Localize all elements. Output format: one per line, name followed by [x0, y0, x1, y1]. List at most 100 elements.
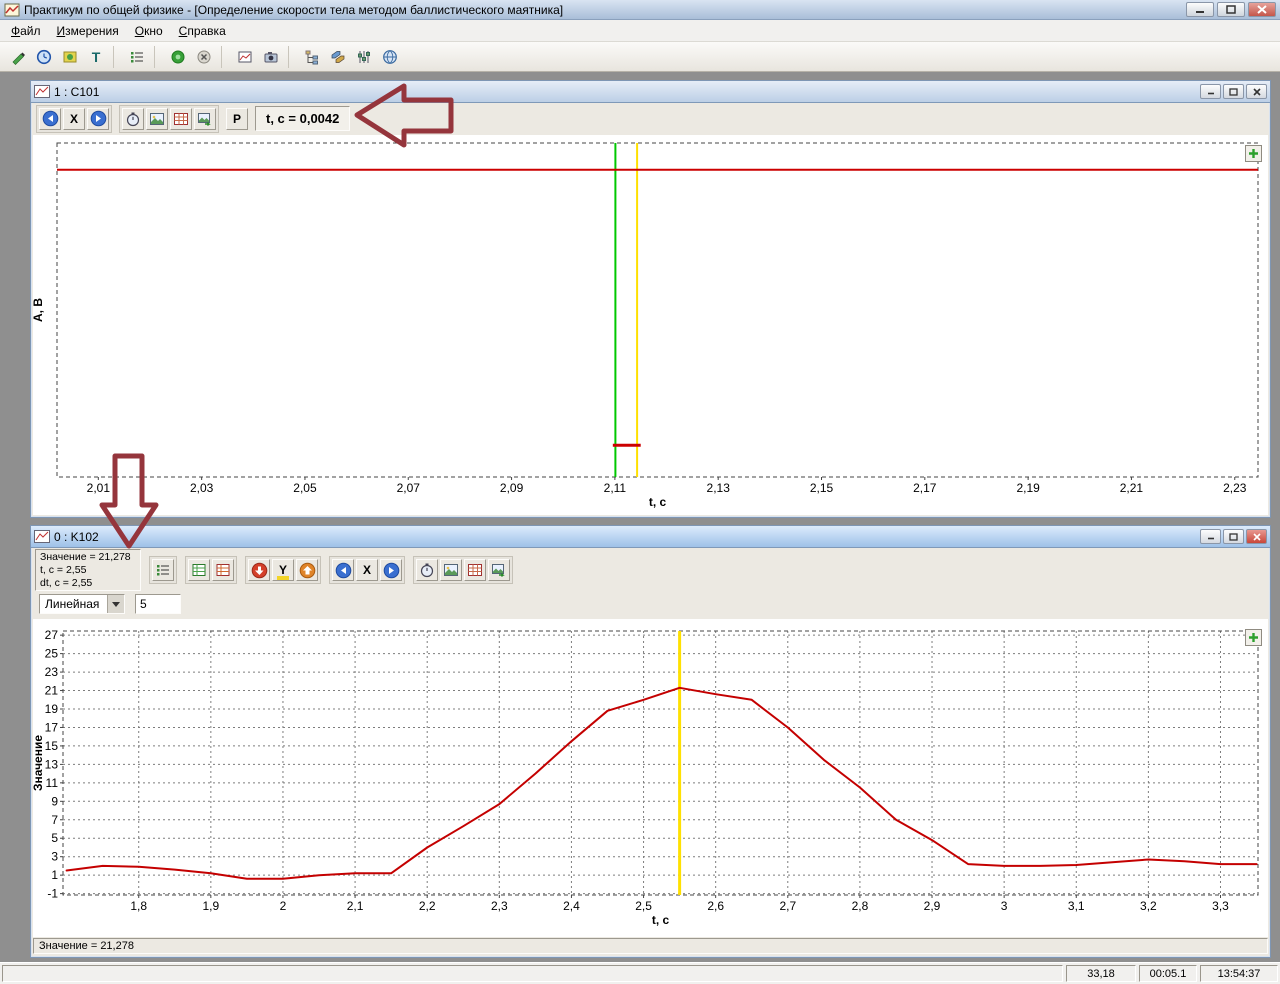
child2-title: 0 : K102	[54, 530, 99, 544]
export-image-icon[interactable]	[194, 108, 216, 130]
export-image-icon[interactable]	[488, 559, 510, 581]
svg-text:t, c: t, c	[652, 913, 670, 927]
svg-text:2,19: 2,19	[1016, 481, 1040, 495]
svg-text:t, c: t, c	[649, 495, 667, 509]
maximize-button[interactable]	[1217, 2, 1245, 17]
stopwatch-icon[interactable]	[416, 559, 438, 581]
chart-window-icon[interactable]	[233, 45, 257, 69]
svg-text:3: 3	[51, 850, 58, 864]
info-time: t, c = 2,55	[40, 564, 136, 577]
minimize-button[interactable]	[1186, 2, 1214, 17]
snapshot-icon[interactable]	[440, 559, 462, 581]
child2-status-bar: Значение = 21,278	[33, 937, 1268, 955]
help-icon[interactable]	[378, 45, 402, 69]
clear-selection-button[interactable]: X	[63, 108, 85, 130]
svg-text:2,15: 2,15	[810, 481, 834, 495]
main-toolbar: T	[0, 42, 1280, 72]
prev-interval-button[interactable]	[39, 108, 61, 130]
menu-help[interactable]: Справка	[171, 21, 234, 41]
svg-text:2,01: 2,01	[87, 481, 111, 495]
info-dtime: dt, c = 2,55	[40, 577, 136, 590]
camera-icon[interactable]	[259, 45, 283, 69]
list-settings-button[interactable]	[152, 559, 174, 581]
info-value: Значение = 21,278	[40, 551, 136, 564]
child2-scale-row: Линейная	[31, 592, 1270, 618]
svg-text:3: 3	[1001, 899, 1008, 913]
sliders-icon[interactable]	[352, 45, 376, 69]
svg-text:-1: -1	[47, 887, 58, 901]
svg-text:2,13: 2,13	[707, 481, 731, 495]
svg-text:5: 5	[51, 831, 58, 845]
menu-window[interactable]: Окно	[127, 21, 171, 41]
tags-icon[interactable]	[326, 45, 350, 69]
child1-minimize-button[interactable]	[1200, 84, 1221, 99]
svg-text:19: 19	[45, 702, 59, 716]
svg-text:21: 21	[45, 684, 59, 698]
titlebar: Практикум по общей физике - [Определение…	[0, 0, 1280, 20]
menu-bar: Файл Измерения Окно Справка	[0, 20, 1280, 42]
stop-icon[interactable]	[192, 45, 216, 69]
clear-selection-button[interactable]: X	[356, 559, 378, 581]
list-icon[interactable]	[125, 45, 149, 69]
child1-title: 1 : C101	[54, 85, 99, 99]
scale-down-button[interactable]	[248, 559, 270, 581]
child2-titlebar: 0 : K102	[31, 526, 1270, 548]
svg-text:2,4: 2,4	[563, 899, 580, 913]
svg-text:23: 23	[45, 665, 59, 679]
p-mode-button[interactable]: P	[226, 108, 248, 130]
table-icon[interactable]	[170, 108, 192, 130]
table-icon[interactable]	[464, 559, 486, 581]
svg-text:2,21: 2,21	[1120, 481, 1144, 495]
next-interval-button[interactable]	[380, 559, 402, 581]
svg-text:2,07: 2,07	[397, 481, 421, 495]
child1-restore-button[interactable]	[1223, 84, 1244, 99]
menu-measurements[interactable]: Измерения	[49, 21, 127, 41]
pencil-icon[interactable]	[6, 45, 30, 69]
toolbar-separator	[154, 46, 161, 68]
status-message-area	[2, 965, 1063, 982]
scale-up-button[interactable]	[296, 559, 318, 581]
chevron-down-icon	[107, 595, 124, 613]
scale-type-select[interactable]: Линейная	[39, 594, 125, 614]
child1-toolbar: X P t, c = 0,0042	[31, 103, 1270, 134]
status-value: 33,18	[1066, 965, 1136, 982]
child-window-c101: 1 : C101 X P t, c = 0,0042 2,01	[30, 80, 1271, 518]
mdi-area: 1 : C101 X P t, c = 0,0042 2,01	[0, 72, 1280, 962]
autoscale-plus-button[interactable]	[1245, 145, 1262, 162]
values-table-green-button[interactable]	[188, 559, 210, 581]
points-input[interactable]	[135, 594, 181, 614]
child2-minimize-button[interactable]	[1200, 529, 1221, 544]
time-readout: t, c = 0,0042	[255, 106, 350, 131]
child-window-k102: 0 : K102 Значение = 21,278 t, c = 2,55 d…	[30, 525, 1271, 958]
child1-close-button[interactable]	[1246, 84, 1267, 99]
menu-file[interactable]: Файл	[3, 21, 49, 41]
close-button[interactable]	[1248, 2, 1276, 17]
svg-text:А, В: А, В	[33, 298, 45, 322]
svg-text:17: 17	[45, 720, 59, 734]
autoscale-plus-button[interactable]	[1245, 629, 1262, 646]
child2-close-button[interactable]	[1246, 529, 1267, 544]
next-interval-button[interactable]	[87, 108, 109, 130]
svg-text:2,11: 2,11	[604, 481, 627, 495]
tree-icon[interactable]	[300, 45, 324, 69]
svg-text:Значение: Значение	[33, 735, 45, 791]
status-clock: 13:54:37	[1200, 965, 1278, 982]
stopwatch-icon[interactable]	[122, 108, 144, 130]
snapshot-icon[interactable]	[146, 108, 168, 130]
chart-c101[interactable]: 2,012,032,052,072,092,112,132,152,172,19…	[33, 135, 1266, 513]
yellow-bar-icon	[277, 576, 289, 580]
text-tool-icon[interactable]: T	[84, 45, 108, 69]
child2-status-value: Значение = 21,278	[33, 938, 1268, 954]
values-table-red-button[interactable]	[212, 559, 234, 581]
child2-restore-button[interactable]	[1223, 529, 1244, 544]
start-icon[interactable]	[166, 45, 190, 69]
timer-icon[interactable]	[32, 45, 56, 69]
y-autoscale-button[interactable]: Y	[272, 559, 294, 581]
prev-interval-button[interactable]	[332, 559, 354, 581]
chart-k102[interactable]: 1,81,922,12,22,32,42,52,62,72,82,933,13,…	[33, 619, 1266, 935]
chart-k102-container: 1,81,922,12,22,32,42,52,62,72,82,933,13,…	[33, 619, 1268, 937]
svg-text:2: 2	[280, 899, 287, 913]
sensor-icon[interactable]	[58, 45, 82, 69]
svg-text:1,8: 1,8	[130, 899, 147, 913]
svg-text:25: 25	[45, 647, 59, 661]
